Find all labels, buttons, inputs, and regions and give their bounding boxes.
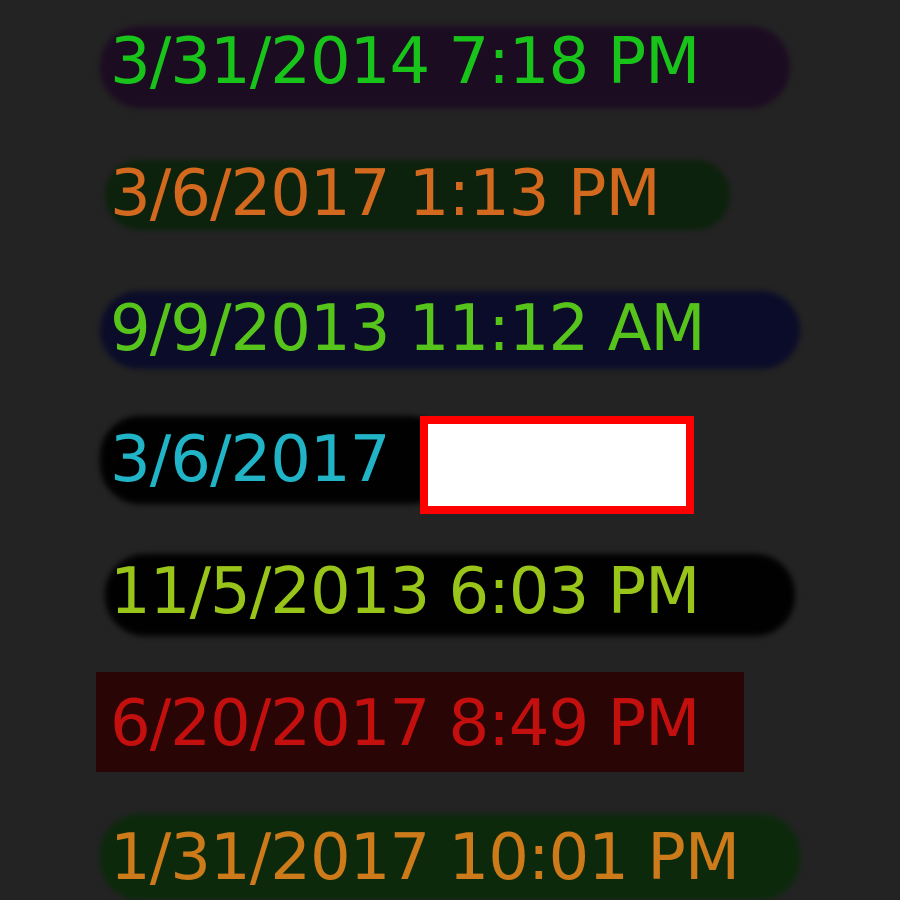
date-text: 11/5/2013 6:03 PM xyxy=(110,555,700,629)
date-text: 3/6/2017 xyxy=(110,423,390,497)
date-text: 9/9/2013 11:12 AM xyxy=(110,292,706,366)
list-item[interactable]: 3/6/2017 xyxy=(0,416,900,526)
date-text: 3/31/2014 7:18 PM xyxy=(110,25,700,99)
list-item[interactable]: 6/20/2017 8:49 PM xyxy=(0,672,900,782)
date-text: 3/6/2017 1:13 PM xyxy=(110,157,661,231)
date-text: 6/20/2017 8:49 PM xyxy=(110,687,700,761)
list-item[interactable]: 3/6/2017 1:13 PM xyxy=(0,150,900,260)
redaction-box xyxy=(420,416,694,514)
date-text: 1/31/2017 10:01 PM xyxy=(110,821,740,895)
date-list: 3/31/2014 7:18 PM 3/6/2017 1:13 PM 9/9/2… xyxy=(0,0,900,900)
list-item[interactable]: 9/9/2013 11:12 AM xyxy=(0,285,900,395)
list-item[interactable]: 1/31/2017 10:01 PM xyxy=(0,804,900,900)
list-item[interactable]: 3/31/2014 7:18 PM xyxy=(0,18,900,128)
list-item[interactable]: 11/5/2013 6:03 PM xyxy=(0,548,900,658)
